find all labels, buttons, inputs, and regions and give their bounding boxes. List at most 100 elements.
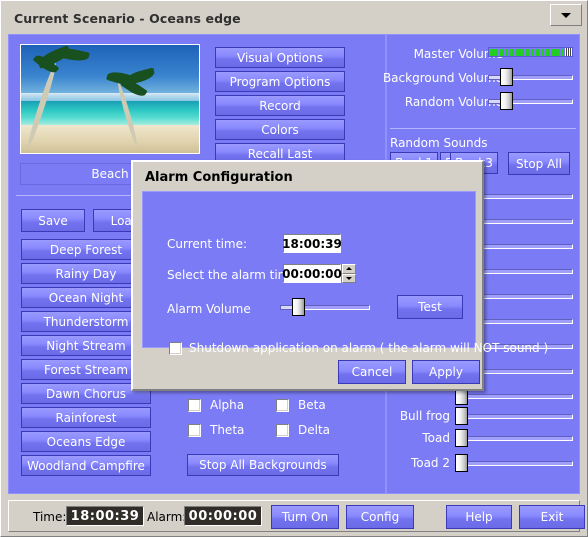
meter-led <box>560 48 564 56</box>
background-volume-label: Background Volume <box>382 71 503 85</box>
cancel-button[interactable]: Cancel <box>338 360 406 384</box>
page-title: Current Scenario - Oceans edge <box>14 10 241 26</box>
alarm-configuration-dialog: Alarm Configuration Current time: 18:00:… <box>131 160 548 391</box>
checkbox-label-alpha: Alpha <box>210 398 245 412</box>
meter-led <box>511 48 515 56</box>
sound-slider-toad-2[interactable] <box>455 454 573 472</box>
application-window: Current Scenario - Oceans edge Beach Sav… <box>0 0 588 537</box>
meter-led <box>557 48 560 56</box>
slider-thumb[interactable] <box>292 298 305 316</box>
status-time-value: 18:00:39 <box>66 506 144 526</box>
chevron-down-icon <box>561 12 571 18</box>
save-button[interactable]: Save <box>21 209 85 232</box>
checkbox-theta[interactable] <box>188 424 201 437</box>
sound-slider-label-toad: Toad <box>422 431 450 445</box>
colors-button[interactable]: Colors <box>215 119 345 140</box>
alarm-volume-slider[interactable] <box>280 298 370 316</box>
scenario-dropdown-button[interactable] <box>550 4 582 26</box>
meter-led <box>502 48 505 56</box>
scenario-button-rainforest[interactable]: Rainforest <box>21 407 151 428</box>
meter-led <box>534 48 537 56</box>
alarm-time-stepper[interactable] <box>342 264 356 283</box>
caret-up-icon <box>346 267 352 271</box>
visual-options-button[interactable]: Visual Options <box>215 47 345 68</box>
slider-thumb[interactable] <box>500 68 513 86</box>
current-time-value: 18:00:39 <box>282 234 342 253</box>
random-volume-slider[interactable] <box>488 92 573 110</box>
turn-on-button[interactable]: Turn On <box>271 505 339 529</box>
caret-down-icon <box>346 276 352 280</box>
checkbox-delta[interactable] <box>276 424 289 437</box>
alarm-time-label: Select the alarm time <box>167 268 297 282</box>
meter-led <box>505 48 508 56</box>
checkbox-label-theta: Theta <box>210 423 245 437</box>
shutdown-on-alarm-label: Shutdown application on alarm ( the alar… <box>189 341 549 355</box>
current-time-label: Current time: <box>167 237 248 251</box>
slider-thumb[interactable] <box>500 92 513 110</box>
meter-led <box>544 48 547 56</box>
stepper-up-button[interactable] <box>342 264 356 274</box>
slider-thumb[interactable] <box>455 454 468 472</box>
random-volume-label: Random Volume <box>404 95 503 109</box>
meter-led <box>551 48 554 56</box>
image-sea <box>21 101 199 125</box>
meter-led <box>498 48 502 56</box>
image-sand <box>21 124 199 153</box>
dialog-body: Current time: 18:00:39 Select the alarm … <box>142 191 548 355</box>
sound-slider-bull-frog[interactable] <box>455 407 573 425</box>
config-button[interactable]: Config <box>346 505 414 529</box>
stop-all-backgrounds-button[interactable]: Stop All Backgrounds <box>187 454 339 476</box>
status-time-label: Time: <box>33 510 67 524</box>
meter-led <box>521 48 524 56</box>
meter-led <box>528 48 531 56</box>
scenario-button-oceans-edge[interactable]: Oceans Edge <box>21 431 151 452</box>
random-sounds-group-label: Random Sounds <box>390 136 488 150</box>
meter-led <box>518 48 521 56</box>
meter-led <box>489 48 492 56</box>
random-sounds-stop-all-button[interactable]: Stop All <box>508 152 570 175</box>
meter-led <box>554 48 557 56</box>
test-button[interactable]: Test <box>397 295 463 319</box>
slider-thumb[interactable] <box>455 407 468 425</box>
window-title-bar: Current Scenario - Oceans edge <box>6 6 582 30</box>
stepper-down-button[interactable] <box>342 273 356 283</box>
checkbox-label-beta: Beta <box>298 398 326 412</box>
exit-button[interactable]: Exit <box>519 505 585 529</box>
record-button[interactable]: Record <box>215 95 345 116</box>
status-bar: Time: 18:00:39 Alarm: 00:00:00 Turn On C… <box>8 500 585 532</box>
meter-led <box>515 48 518 56</box>
alarm-volume-label: Alarm Volume <box>167 302 251 316</box>
meter-led <box>492 48 495 56</box>
meter-led <box>524 48 528 56</box>
sound-slider-label-bull-frog: Bull frog <box>399 409 450 423</box>
slider-track <box>455 461 573 466</box>
checkbox-label-delta: Delta <box>298 423 331 437</box>
background-volume-slider[interactable] <box>488 68 573 86</box>
shutdown-on-alarm-checkbox[interactable] <box>169 342 182 355</box>
sound-slider-9[interactable] <box>455 387 573 405</box>
slider-thumb[interactable] <box>455 429 468 447</box>
alarm-time-input[interactable]: 00:00:00 <box>282 264 342 283</box>
sound-slider-toad[interactable] <box>455 429 573 447</box>
slider-track <box>455 394 573 399</box>
meter-led <box>547 48 551 56</box>
slider-track <box>455 414 573 419</box>
dialog-title: Alarm Configuration <box>145 170 293 185</box>
meter-led <box>508 48 511 56</box>
meter-led <box>531 48 534 56</box>
status-alarm-value: 00:00:00 <box>184 506 262 526</box>
meter-led <box>495 48 498 56</box>
help-button[interactable]: Help <box>446 505 512 529</box>
scenario-button-woodland-campfire[interactable]: Woodland Campfire <box>21 455 151 476</box>
apply-button[interactable]: Apply <box>412 360 480 384</box>
status-alarm-label: Alarm: <box>147 510 187 524</box>
right-separator-1 <box>390 128 576 129</box>
meter-led <box>541 48 544 56</box>
master-volume-meter[interactable] <box>488 47 573 57</box>
checkbox-beta[interactable] <box>276 399 289 412</box>
checkbox-alpha[interactable] <box>188 399 201 412</box>
scenario-image <box>20 44 200 154</box>
sound-slider-label-toad-2: Toad 2 <box>410 456 450 470</box>
meter-led <box>537 48 541 56</box>
program-options-button[interactable]: Program Options <box>215 71 345 92</box>
